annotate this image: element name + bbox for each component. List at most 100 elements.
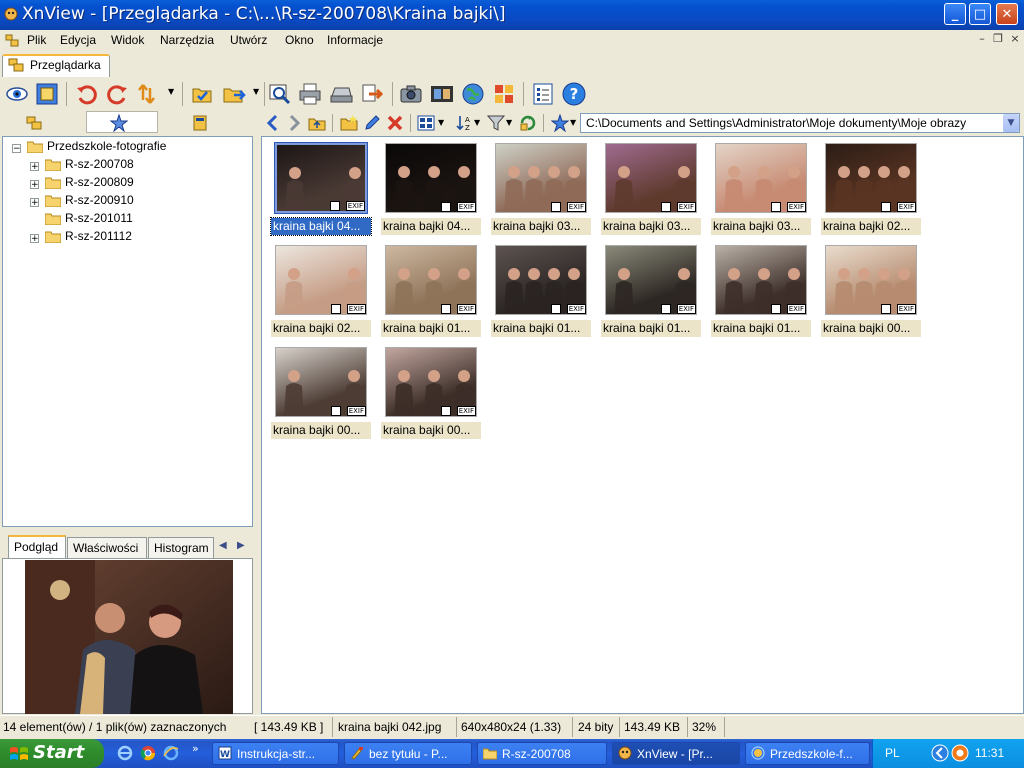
thumbnail-image[interactable]: EXIF	[274, 142, 368, 214]
tree-item-r-sz-201011[interactable]: R-sz-201011	[65, 211, 133, 228]
quicklaunch-ie-icon[interactable]	[117, 745, 133, 761]
tab-podglad[interactable]: Podgląd	[8, 535, 66, 558]
close-button[interactable]: ✕	[996, 3, 1018, 25]
view-mode-dropdown-arrow[interactable]: ▼	[438, 118, 444, 127]
open-dropdown-arrow[interactable]: ▼	[253, 87, 259, 96]
flip-dropdown-arrow[interactable]: ▼	[168, 87, 174, 96]
quicklaunch-ie2-icon[interactable]	[163, 745, 179, 761]
thumbnail-image[interactable]: EXIF	[825, 245, 917, 315]
thumbnail-image[interactable]: EXIF	[275, 245, 367, 315]
thumbnail-checkbox[interactable]	[441, 202, 451, 212]
tree-item-r-sz-200809[interactable]: R-sz-200809	[65, 175, 134, 192]
thumbnail-image[interactable]: EXIF	[605, 143, 697, 213]
minimize-button[interactable]: _	[944, 3, 966, 25]
thumbnail-caption[interactable]: kraina bajki 00...	[271, 422, 371, 439]
contact-sheet-icon[interactable]	[492, 82, 516, 106]
globe-icon[interactable]	[461, 82, 485, 106]
tray-expand-icon[interactable]	[931, 744, 949, 762]
xnview-app-icon[interactable]	[4, 7, 18, 21]
view-eye-icon[interactable]	[5, 82, 29, 106]
language-indicator[interactable]: PL	[885, 746, 900, 760]
thumbnail-checkbox[interactable]	[441, 406, 451, 416]
parent-folder-icon[interactable]	[308, 114, 326, 132]
filter-dropdown-arrow[interactable]: ▼	[506, 118, 512, 127]
thumbnail-checkbox[interactable]	[331, 406, 341, 416]
horizontal-splitter[interactable]	[0, 528, 256, 534]
tab-scroll-right-button[interactable]: ▶	[237, 540, 245, 551]
thumbnail-caption[interactable]: kraina bajki 03...	[711, 218, 811, 235]
thumbnail-checkbox[interactable]	[771, 202, 781, 212]
tree-item-r-sz-200910[interactable]: R-sz-200910	[65, 193, 134, 210]
maximize-button[interactable]: □	[969, 3, 991, 25]
add-favorite-star-icon[interactable]	[551, 114, 569, 132]
tree-expand-r-sz-200910[interactable]: +	[30, 198, 39, 208]
thumbnail-image[interactable]: EXIF	[385, 347, 477, 417]
tray-app-icon[interactable]	[951, 744, 969, 762]
select-folder-icon[interactable]	[190, 82, 214, 106]
slideshow-search-icon[interactable]	[268, 82, 292, 106]
thumbnail-image[interactable]: EXIF	[825, 143, 917, 213]
menu-utworz[interactable]: Utwórz	[230, 33, 267, 47]
thumbnail-image[interactable]: EXIF	[495, 245, 587, 315]
rename-pencil-icon[interactable]	[363, 114, 381, 132]
thumbnail-checkbox[interactable]	[441, 304, 451, 314]
thumbnail-checkbox[interactable]	[551, 202, 561, 212]
flip-icon[interactable]	[135, 82, 159, 106]
quicklaunch-more-chevron[interactable]: »	[192, 742, 199, 755]
vertical-splitter[interactable]	[253, 136, 260, 714]
thumbnail-checkbox[interactable]	[771, 304, 781, 314]
options-list-icon[interactable]	[531, 82, 555, 106]
rotate-left-icon[interactable]	[75, 82, 99, 106]
thumbnail-checkbox[interactable]	[881, 202, 891, 212]
folders-pane-icon[interactable]	[25, 114, 43, 132]
menu-widok[interactable]: Widok	[111, 33, 144, 47]
tree-collapse-root[interactable]: −	[12, 144, 21, 154]
thumbnail-caption[interactable]: kraina bajki 00...	[381, 422, 481, 439]
thumbnail-caption[interactable]: kraina bajki 00...	[821, 320, 921, 337]
thumbnail-caption[interactable]: kraina bajki 04...	[270, 217, 372, 236]
scan-icon[interactable]	[329, 82, 353, 106]
browser-menu-icon[interactable]	[5, 33, 19, 47]
print-icon[interactable]	[298, 82, 322, 106]
view-mode-icon[interactable]	[417, 114, 435, 132]
catalog-book-icon[interactable]	[191, 114, 209, 132]
thumbnail-image[interactable]: EXIF	[385, 245, 477, 315]
convert-icon[interactable]	[360, 82, 384, 106]
refresh-icon[interactable]	[519, 114, 537, 132]
thumbnail-image[interactable]: EXIF	[605, 245, 697, 315]
tree-expand-r-sz-200708[interactable]: +	[30, 162, 39, 172]
quicklaunch-chrome-icon[interactable]	[140, 745, 156, 761]
thumbnail-image[interactable]: EXIF	[275, 347, 367, 417]
mdi-restore-button[interactable]: ❐	[991, 32, 1005, 46]
tree-root-label[interactable]: Przedszkole-fotografie	[47, 139, 166, 156]
thumbnail-checkbox[interactable]	[661, 202, 671, 212]
thumbnail-checkbox[interactable]	[331, 304, 341, 314]
thumbnail-checkbox[interactable]	[330, 201, 340, 211]
thumbnail-checkbox[interactable]	[661, 304, 671, 314]
camera-icon[interactable]	[399, 82, 423, 106]
thumbnail-caption[interactable]: kraina bajki 01...	[381, 320, 481, 337]
thumbnail-caption[interactable]: kraina bajki 01...	[601, 320, 701, 337]
thumbnail-checkbox[interactable]	[551, 304, 561, 314]
thumbnail-checkbox[interactable]	[881, 304, 891, 314]
thumbnail-image[interactable]: EXIF	[715, 245, 807, 315]
forward-arrow-icon[interactable]	[285, 114, 303, 132]
thumbnail-image[interactable]: EXIF	[495, 143, 587, 213]
new-folder-icon[interactable]	[340, 114, 358, 132]
rotate-right-icon[interactable]	[105, 82, 129, 106]
thumbnail-caption[interactable]: kraina bajki 01...	[491, 320, 591, 337]
sort-dropdown-arrow[interactable]: ▼	[474, 118, 480, 127]
open-folder-icon[interactable]	[222, 82, 246, 106]
help-icon[interactable]: ?	[562, 82, 586, 106]
mdi-close-button[interactable]: ×	[1008, 32, 1022, 46]
thumbnail-caption[interactable]: kraina bajki 03...	[601, 218, 701, 235]
path-input[interactable]: C:\Documents and Settings\Administrator\…	[586, 116, 1000, 130]
filmstrip-icon[interactable]	[430, 82, 454, 106]
path-dropdown-button[interactable]: ▼	[1003, 114, 1019, 132]
tab-wlasciwosci[interactable]: Właściwości	[67, 537, 147, 558]
thumbnail-caption[interactable]: kraina bajki 01...	[711, 320, 811, 337]
thumbnail-image[interactable]: EXIF	[715, 143, 807, 213]
clock[interactable]: 11:31	[975, 746, 1004, 760]
thumbnail-caption[interactable]: kraina bajki 02...	[271, 320, 371, 337]
tree-expand-r-sz-201112[interactable]: +	[30, 234, 39, 244]
